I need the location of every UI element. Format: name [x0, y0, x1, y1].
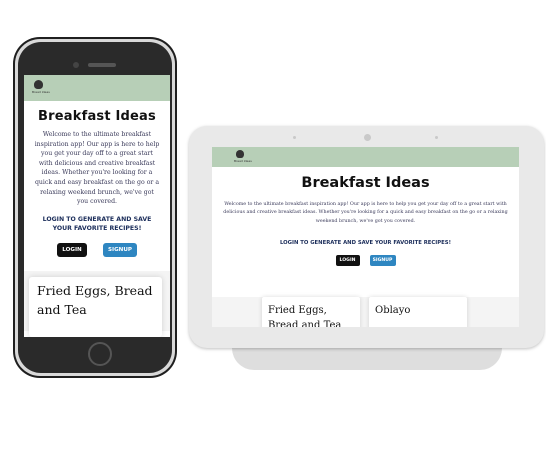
display-sensor	[435, 136, 438, 139]
recipe-card[interactable]: Fried Eggs, Bread and Tea	[29, 276, 162, 337]
display-screen: Bread Ideas Breakfast Ideas Welcome to t…	[212, 147, 519, 327]
login-button[interactable]: LOGIN	[57, 242, 87, 257]
phone-camera	[73, 62, 79, 68]
recipe-card-title: Fried Eggs, Bread and Tea	[268, 305, 342, 327]
login-prompt: LOGIN TO GENERATE AND SAVE YOUR FAVORITE…	[42, 215, 152, 233]
recipe-card-title: Fried Eggs, Bread and Tea	[37, 282, 153, 317]
display-sensor	[293, 136, 296, 139]
app-header: Bread Ideas	[212, 147, 519, 167]
intro-text: Welcome to the ultimate breakfast inspir…	[223, 202, 508, 224]
auth-buttons: LOGIN SIGNUP	[212, 255, 519, 267]
chef-logo-icon[interactable]	[236, 150, 244, 158]
recipe-card[interactable]: Fried Eggs, Bread and Tea	[262, 297, 360, 327]
page-title: Breakfast Ideas	[301, 175, 430, 191]
app-header: Bread Ideas	[24, 75, 170, 101]
signup-button[interactable]: SIGNUP	[103, 242, 137, 257]
logo-text: Bread Ideas	[32, 90, 50, 94]
display-camera	[364, 134, 371, 141]
phone-screen: Bread Ideas Breakfast Ideas Welcome to t…	[24, 75, 170, 337]
login-button[interactable]: LOGIN	[335, 255, 360, 267]
page-title: Breakfast Ideas	[38, 109, 156, 124]
intro-text: Welcome to the ultimate breakfast inspir…	[34, 131, 160, 206]
phone-speaker	[88, 63, 116, 67]
auth-buttons: LOGIN SIGNUP	[24, 242, 170, 257]
phone-home-button[interactable]	[88, 342, 112, 366]
recipe-list: Fried Eggs, Bread and Tea Oblayo	[212, 297, 519, 327]
chef-logo-icon[interactable]	[34, 80, 43, 89]
recipe-card-title: Oblayo	[375, 305, 411, 316]
login-prompt: LOGIN TO GENERATE AND SAVE YOUR FAVORITE…	[279, 240, 452, 247]
recipe-card[interactable]: Oblayo	[369, 297, 467, 327]
logo-text: Bread Ideas	[234, 159, 252, 163]
recipe-list: Fried Eggs, Bread and Tea	[24, 270, 170, 337]
signup-button[interactable]: SIGNUP	[369, 255, 396, 267]
